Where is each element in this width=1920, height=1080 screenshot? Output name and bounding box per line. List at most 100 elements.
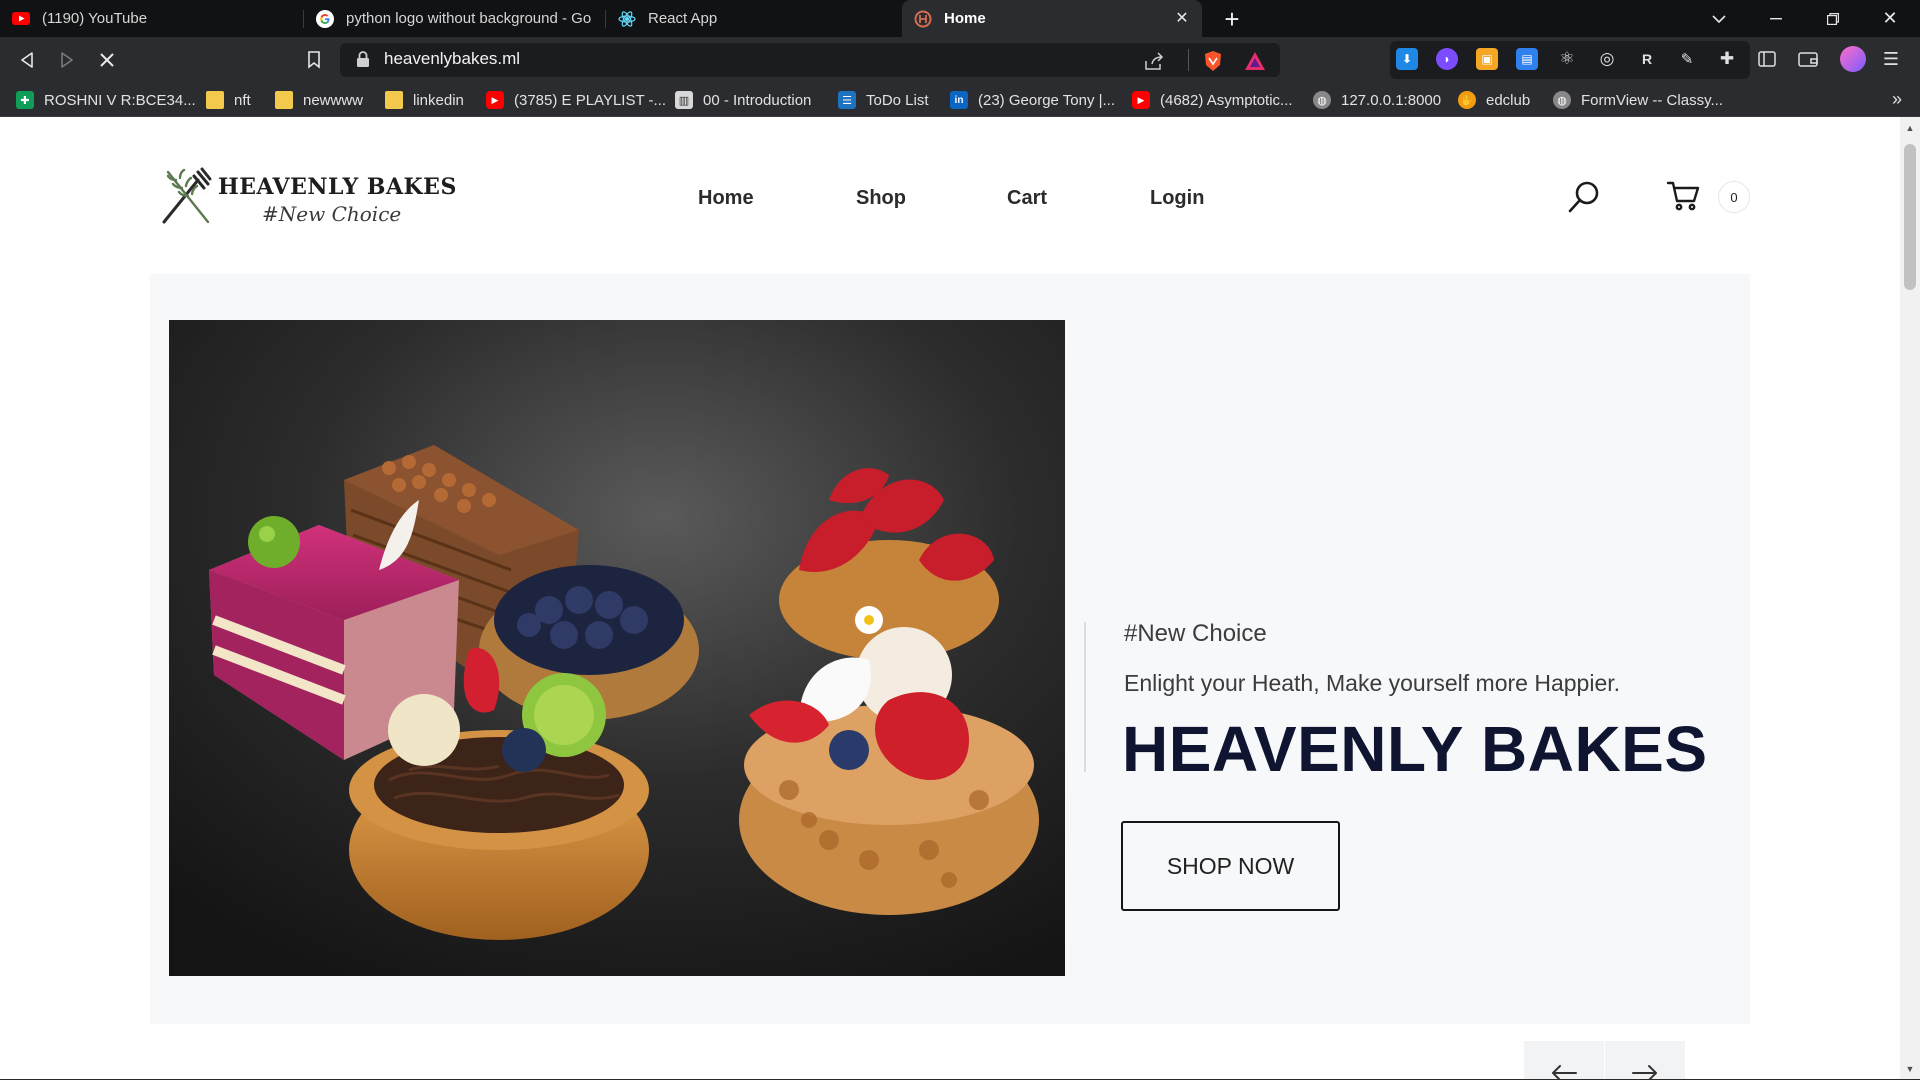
hero-slider: #New Choice Enlight your Heath, Make you…	[150, 274, 1750, 1080]
bookmark-label: ROSHNI V R:BCE34...	[44, 91, 196, 109]
bookmark-item[interactable]: ☰ ToDo List	[838, 83, 929, 117]
bookmark-item[interactable]: ▶ (4682) Asymptotic...	[1132, 83, 1293, 117]
folder-icon	[385, 91, 403, 109]
brush-extension-icon[interactable]: ◗	[1436, 48, 1458, 70]
wallet-icon[interactable]	[1797, 48, 1819, 70]
bookmark-label: ToDo List	[866, 91, 929, 109]
close-tab-icon[interactable]: ✕	[1172, 8, 1192, 28]
forward-button[interactable]	[52, 45, 82, 75]
folder-icon	[275, 91, 293, 109]
fork-and-wheat-icon	[162, 167, 212, 224]
brave-rewards-icon[interactable]	[1244, 50, 1266, 72]
slider-next-button[interactable]	[1605, 1041, 1685, 1080]
bookmark-label: linkedin	[413, 91, 464, 109]
youtube-icon: ▶	[486, 91, 504, 109]
bookmark-item[interactable]: ✚ ROSHNI V R:BCE34...	[16, 83, 196, 117]
tab-google-search[interactable]: python logo without background - Go	[304, 0, 604, 37]
tab-search-chevron-icon[interactable]	[1696, 0, 1742, 37]
lock-icon	[356, 51, 372, 69]
hero-headline: HEAVENLY BAKES	[1122, 713, 1708, 785]
logo-subtitle: #New Choice	[262, 202, 402, 226]
cart-icon[interactable]	[1666, 180, 1700, 212]
cart-count-badge[interactable]: 0	[1718, 181, 1750, 213]
tab-title: React App	[648, 10, 718, 27]
tab-strip: (1190) YouTube python logo without backg…	[0, 0, 1920, 37]
nav-login[interactable]: Login	[1150, 187, 1204, 210]
site-logo[interactable]: HEAVENLY BAKES #New Choice	[158, 162, 456, 234]
new-tab-button[interactable]: +	[1217, 4, 1247, 34]
bookmark-item[interactable]: nft	[206, 83, 251, 117]
target-extension-icon[interactable]: ◎	[1596, 48, 1618, 70]
download-extension-icon[interactable]: ⬇	[1396, 48, 1418, 70]
minimize-button[interactable]	[1753, 0, 1799, 37]
bookmark-label: FormView -- Classy...	[1581, 91, 1723, 109]
google-icon	[316, 9, 334, 28]
back-button[interactable]	[12, 45, 42, 75]
share-icon[interactable]	[1143, 50, 1165, 72]
folder-icon	[206, 91, 224, 109]
scroll-up-icon[interactable]: ▲	[1900, 119, 1920, 137]
linkedin-icon: in	[950, 91, 968, 109]
youtube-icon: ▶	[1132, 91, 1150, 109]
bookmark-label: (3785) E PLAYLIST -...	[514, 91, 667, 109]
slider-prev-button[interactable]	[1524, 1041, 1604, 1080]
bookmark-label: 127.0.0.1:8000	[1341, 91, 1442, 109]
bookmark-item[interactable]: newwww	[275, 83, 363, 117]
nav-shop[interactable]: Shop	[856, 187, 906, 210]
page-scrollbar[interactable]: ▲ ▼	[1900, 117, 1920, 1080]
search-icon[interactable]	[1566, 179, 1602, 215]
shop-now-button[interactable]: SHOP NOW	[1121, 821, 1340, 911]
puzzle-extensions-icon[interactable]: ✚	[1716, 48, 1738, 70]
bookmark-item[interactable]: ◍ FormView -- Classy...	[1553, 83, 1723, 117]
tab-home-active[interactable]: Home ✕	[902, 0, 1202, 37]
todo-icon: ☰	[838, 91, 856, 109]
bookmark-label: (4682) Asymptotic...	[1160, 91, 1293, 109]
scroll-thumb[interactable]	[1904, 144, 1916, 290]
bookmark-item[interactable]: in (23) George Tony |...	[950, 83, 1115, 117]
react-devtools-icon[interactable]: ⚛	[1556, 48, 1578, 70]
nav-home[interactable]: Home	[698, 187, 754, 210]
tab-title: Home	[944, 10, 986, 27]
youtube-icon	[12, 10, 30, 28]
bookmark-label: (23) George Tony |...	[978, 91, 1116, 109]
menu-icon[interactable]: ☰	[1880, 48, 1902, 70]
url-text: heavenlybakes.ml	[384, 49, 521, 68]
building-icon: ▥	[675, 91, 693, 109]
bookmark-item[interactable]: ✋ edclub	[1458, 83, 1530, 117]
pen-extension-icon[interactable]: ✎	[1676, 48, 1698, 70]
pastries-image	[169, 320, 1065, 976]
tab-title: python logo without background - Go	[346, 10, 592, 27]
bookmark-item[interactable]: ▥ 00 - Introduction	[675, 83, 811, 117]
bookmark-item[interactable]: linkedin	[385, 83, 464, 117]
browser-toolbar: heavenlybakes.ml ⬇ ◗ ▣ ▤ ⚛ ◎ R ✎ ✚ ☰	[0, 37, 1920, 83]
bookmarks-overflow-icon[interactable]: »	[1892, 89, 1902, 110]
profile-avatar[interactable]	[1840, 46, 1866, 72]
honey-extension-icon[interactable]: ▣	[1476, 48, 1498, 70]
hero-eyebrow: #New Choice	[1124, 620, 1267, 647]
bookmark-icon[interactable]	[299, 45, 329, 75]
brave-shield-icon[interactable]	[1202, 50, 1224, 72]
tab-youtube[interactable]: (1190) YouTube	[0, 0, 300, 37]
docs-extension-icon[interactable]: ▤	[1516, 48, 1538, 70]
bookmark-item[interactable]: ◍ 127.0.0.1:8000	[1313, 83, 1441, 117]
stop-loading-button[interactable]	[92, 45, 122, 75]
bookmark-label: edclub	[1486, 91, 1531, 109]
grammar-extension-icon[interactable]: R	[1636, 48, 1658, 70]
hero-divider	[1084, 622, 1086, 772]
arrow-right-icon	[1632, 1065, 1657, 1080]
sidebar-toggle-icon[interactable]	[1756, 48, 1778, 70]
close-window-button[interactable]: ✕	[1867, 0, 1913, 37]
globe-icon: ◍	[1553, 91, 1571, 109]
bookmark-item[interactable]: ▶ (3785) E PLAYLIST -...	[486, 83, 666, 117]
page-viewport: HEAVENLY BAKES #New Choice Home Shop Car…	[0, 117, 1920, 1080]
site-favicon	[914, 10, 932, 28]
bookmark-label: newwww	[303, 91, 364, 109]
restore-button[interactable]	[1810, 0, 1856, 37]
address-bar[interactable]: heavenlybakes.ml	[340, 43, 1280, 77]
globe-icon: ◍	[1313, 91, 1331, 109]
scroll-down-icon[interactable]: ▼	[1900, 1060, 1920, 1078]
tab-react-app[interactable]: React App	[606, 0, 902, 37]
react-icon	[618, 10, 636, 28]
logo-title: HEAVENLY BAKES	[218, 174, 457, 200]
nav-cart[interactable]: Cart	[1007, 187, 1047, 210]
